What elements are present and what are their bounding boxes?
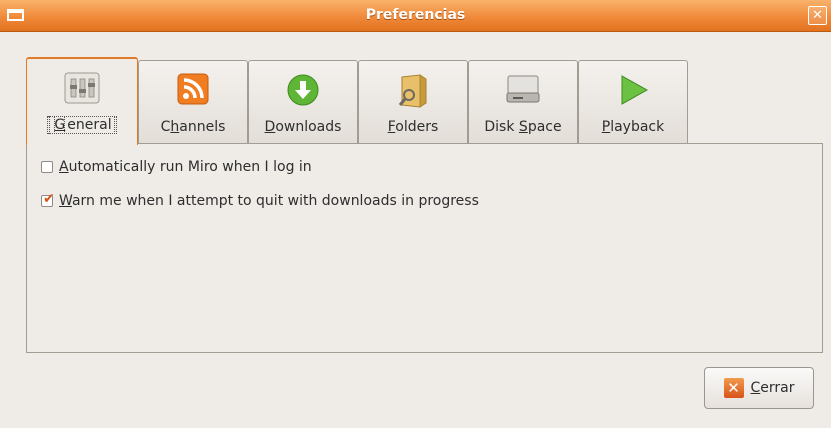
play-icon [616, 73, 650, 111]
tab-playback-label: Playback [601, 119, 665, 135]
tab-disk-space[interactable]: Disk Space [468, 60, 578, 143]
auto-run-label: Automatically run Miro when I log in [59, 159, 312, 175]
tab-channels[interactable]: Channels [138, 60, 248, 143]
close-dialog-button[interactable]: ✕ Cerrar [704, 367, 814, 409]
close-x-icon: ✕ [723, 378, 744, 398]
window-close-button[interactable]: ✕ [808, 6, 827, 25]
tab-downloads[interactable]: Downloads [248, 60, 358, 143]
download-arrow-icon [286, 73, 320, 111]
folder-icon [396, 73, 430, 113]
tab-disk-space-label: Disk Space [484, 119, 562, 135]
hard-disk-icon [505, 73, 541, 109]
tab-channels-label: Channels [160, 119, 226, 135]
rss-feed-icon [177, 73, 209, 109]
tab-playback[interactable]: Playback [578, 60, 688, 143]
checkmark-icon: ✔ [43, 191, 55, 207]
close-button-label: Cerrar [750, 380, 795, 396]
auto-run-checkbox[interactable] [41, 161, 53, 173]
auto-run-option[interactable]: Automatically run Miro when I log in [41, 159, 312, 175]
tab-general-label: General [47, 116, 117, 134]
tab-general[interactable]: General [26, 57, 138, 145]
title-bar[interactable]: Preferencias ✕ [0, 0, 831, 32]
general-settings-icon [63, 71, 101, 109]
tab-folders[interactable]: Folders [358, 60, 468, 143]
tab-folders-label: Folders [387, 119, 439, 135]
tab-downloads-label: Downloads [264, 119, 342, 135]
preferences-tab-bar: General Channels Downloads Folders Disk … [26, 57, 726, 145]
general-settings-panel: Automatically run Miro when I log in ✔ W… [26, 143, 823, 353]
warn-quit-option[interactable]: ✔ Warn me when I attempt to quit with do… [41, 191, 479, 209]
window-title: Preferencias [365, 7, 466, 23]
warn-quit-checkbox[interactable]: ✔ [41, 191, 55, 207]
warn-quit-label: Warn me when I attempt to quit with down… [59, 193, 479, 209]
